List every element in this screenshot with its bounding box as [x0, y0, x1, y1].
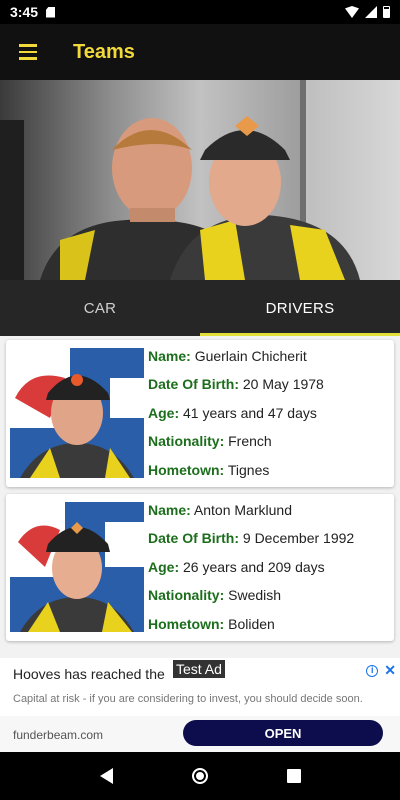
- driver-name-row: Name: Anton Marklund: [148, 499, 354, 527]
- recent-apps-icon[interactable]: [286, 769, 301, 783]
- ad-banner[interactable]: Hooves has reached the Test Ad i ✕ Capit…: [0, 658, 400, 752]
- age-label: Age:: [148, 404, 180, 421]
- signal-icon: [365, 6, 377, 18]
- driver-nationality-row: Nationality: Swedish: [148, 584, 354, 612]
- wifi-icon: [345, 6, 359, 18]
- driver-card[interactable]: Name: Anton Marklund Date Of Birth: 9 De…: [6, 494, 394, 641]
- back-icon[interactable]: [99, 768, 113, 784]
- driver-hometown: Tignes: [227, 461, 270, 478]
- test-ad-badge: Test Ad: [173, 660, 225, 678]
- age-label: Age:: [148, 558, 180, 575]
- name-label: Name:: [148, 348, 191, 364]
- driver-hometown: Boliden: [228, 615, 275, 632]
- system-nav-bar: [0, 752, 400, 800]
- sd-card-icon: [46, 6, 56, 18]
- ad-domain: funderbeam.com: [13, 728, 104, 742]
- ad-choices: i ✕: [366, 662, 396, 679]
- driver-nationality: French: [228, 433, 272, 450]
- driver-age-row: Age: 41 years and 47 days: [148, 402, 324, 430]
- driver-dob-row: Date Of Birth: 9 December 1992: [148, 527, 354, 555]
- tab-drivers[interactable]: DRIVERS: [200, 280, 400, 336]
- nationality-label: Nationality:: [148, 587, 225, 604]
- driver-nationality: Swedish: [228, 587, 282, 604]
- status-time: 3:45: [10, 4, 39, 20]
- driver-name: Anton Marklund: [193, 502, 292, 518]
- driver-list: Name: Guerlain Chicherit Date Of Birth: …: [0, 336, 400, 658]
- status-bar: 3:45: [0, 0, 400, 24]
- driver-card[interactable]: Name: Guerlain Chicherit Date Of Birth: …: [6, 340, 394, 487]
- tab-bar: CAR DRIVERS: [0, 280, 400, 336]
- driver-name: Guerlain Chicherit: [194, 348, 307, 364]
- page-title: Teams: [73, 40, 135, 63]
- driver-age: 26 years and 209 days: [183, 558, 325, 575]
- driver-hometown-row: Hometown: Boliden: [148, 613, 354, 641]
- ad-body: Capital at risk - if you are considering…: [13, 693, 363, 705]
- tab-car[interactable]: CAR: [0, 280, 200, 336]
- hometown-label: Hometown:: [148, 615, 225, 632]
- driver-nationality-row: Nationality: French: [148, 430, 324, 458]
- status-icons: [345, 6, 390, 18]
- hamburger-menu-icon[interactable]: [0, 24, 56, 80]
- dob-label: Date Of Birth:: [148, 530, 239, 547]
- driver-age: 41 years and 47 days: [183, 404, 317, 421]
- driver-info: Name: Guerlain Chicherit Date Of Birth: …: [144, 340, 324, 487]
- driver-name-row: Name: Guerlain Chicherit: [148, 345, 324, 373]
- app-bar: Teams: [0, 24, 400, 80]
- ad-footer: funderbeam.com OPEN: [0, 716, 400, 752]
- driver-photo: [10, 502, 144, 632]
- home-icon[interactable]: [191, 768, 208, 784]
- ad-open-button[interactable]: OPEN: [183, 720, 383, 746]
- ad-headline[interactable]: Hooves has reached the: [13, 666, 165, 682]
- info-icon[interactable]: i: [366, 664, 379, 677]
- dob-label: Date Of Birth:: [148, 376, 239, 393]
- driver-dob: 9 December 1992: [242, 530, 355, 547]
- close-icon[interactable]: ✕: [384, 662, 396, 679]
- name-label: Name:: [148, 502, 191, 518]
- team-hero-image: [0, 80, 400, 280]
- driver-info: Name: Anton Marklund Date Of Birth: 9 De…: [144, 494, 354, 641]
- hometown-label: Hometown:: [148, 461, 225, 478]
- nationality-label: Nationality:: [148, 433, 225, 450]
- driver-photo: [10, 348, 144, 478]
- driver-age-row: Age: 26 years and 209 days: [148, 556, 354, 584]
- driver-dob: 20 May 1978: [242, 376, 324, 393]
- driver-hometown-row: Hometown: Tignes: [148, 459, 324, 487]
- driver-dob-row: Date Of Birth: 20 May 1978: [148, 373, 324, 401]
- battery-icon: [383, 6, 390, 18]
